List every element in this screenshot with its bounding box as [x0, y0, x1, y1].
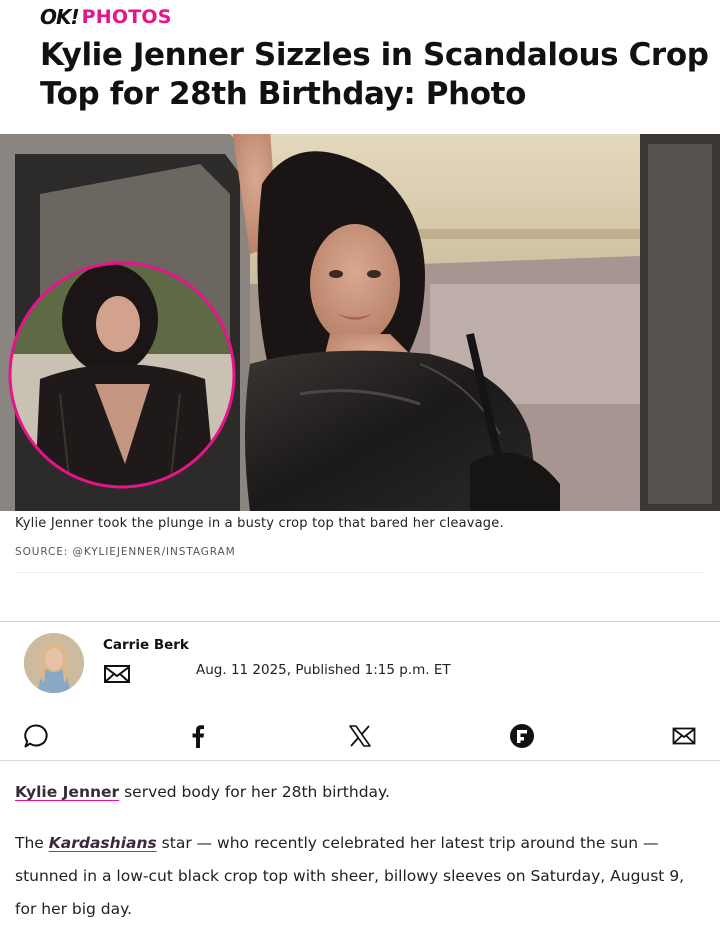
kylie-jenner-link[interactable]: Kylie Jenner	[15, 783, 119, 801]
publish-date: Aug. 11 2025, Published 1:15 p.m. ET	[196, 662, 451, 678]
kardashians-link[interactable]: Kardashians	[49, 834, 157, 852]
author-avatar[interactable]	[24, 633, 84, 693]
hero-source: SOURCE: @KYLIEJENNER/INSTAGRAM	[15, 546, 236, 558]
body-paragraph-2: The Kardashians star — who recently cele…	[15, 827, 705, 926]
body-paragraph-1: Kylie Jenner served body for her 28th bi…	[15, 781, 705, 803]
article-headline: Kylie Jenner Sizzles in Scandalous Crop …	[40, 37, 709, 112]
divider	[0, 760, 720, 761]
comment-icon[interactable]	[22, 723, 50, 749]
section-label[interactable]: PHOTOS	[82, 6, 172, 28]
divider	[0, 621, 720, 622]
hero-caption: Kylie Jenner took the plunge in a busty …	[15, 516, 504, 531]
brand-logo[interactable]: OK!	[40, 5, 80, 29]
hero-image	[0, 134, 720, 511]
email-icon[interactable]	[670, 723, 698, 749]
divider	[15, 572, 705, 573]
paragraph-text: The	[15, 834, 49, 852]
x-icon[interactable]	[346, 723, 374, 749]
paragraph-text: served body for her 28th birthday.	[119, 783, 390, 801]
brand-header[interactable]: OK! PHOTOS	[40, 5, 172, 29]
facebook-icon[interactable]	[186, 723, 210, 749]
author-name[interactable]: Carrie Berk	[103, 637, 189, 653]
flipboard-icon[interactable]	[507, 723, 537, 749]
author-email-icon[interactable]	[103, 664, 131, 684]
